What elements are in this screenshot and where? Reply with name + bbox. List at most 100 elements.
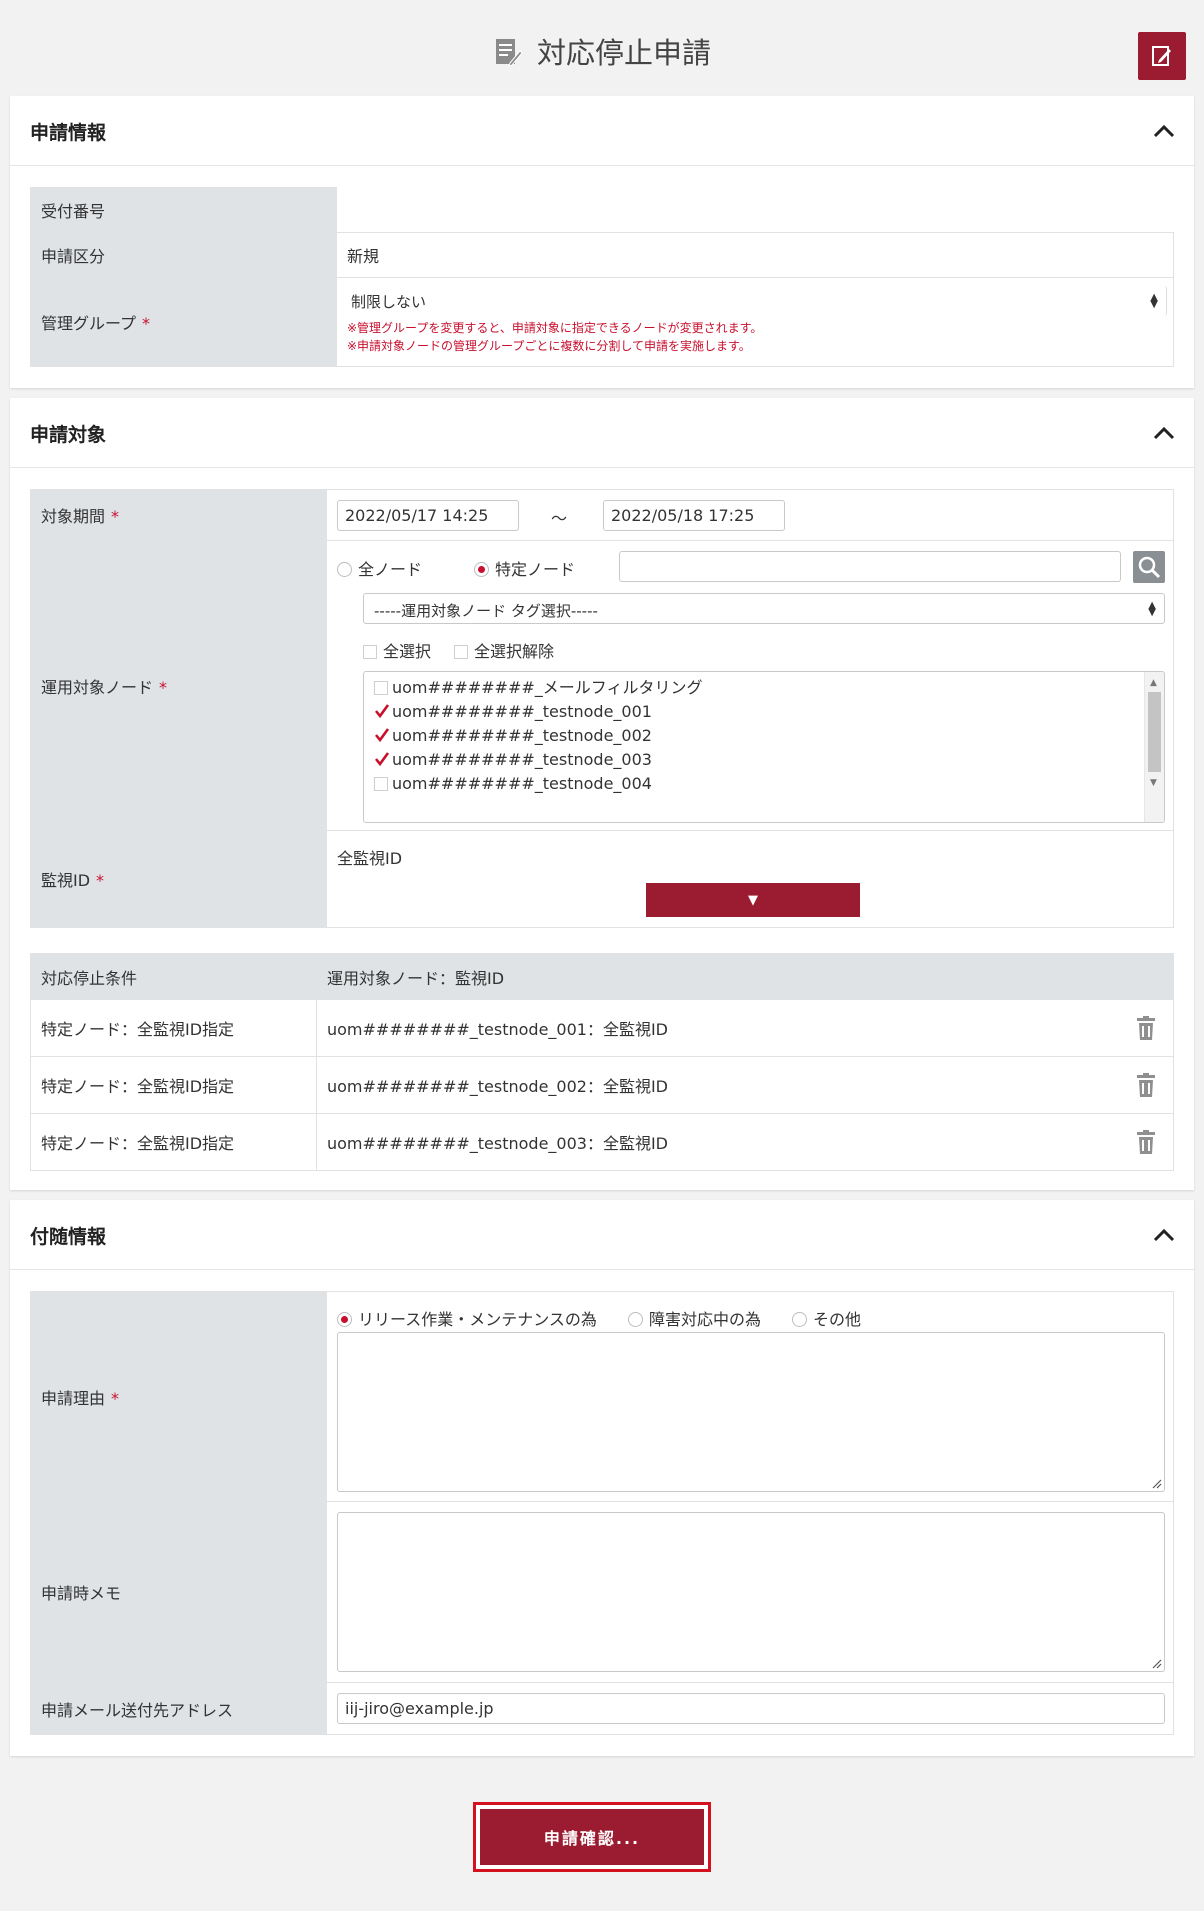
request-info-table: 受付番号 申請区分 新規 管理グループ * 制限しない ▲ ▼ ※管理グループを変更… [30,187,1174,367]
section-title: 申請情報 [30,122,107,144]
request-target-table: 対象期間 * 2022/05/17 14:25 〜 2022/05/18 17:2… [30,489,1174,928]
confirm-button-highlight: 申請確認... [473,1802,711,1872]
target-cell: uom########_testnode_003：全監視ID [316,1113,1174,1171]
deselect-all-checkbox[interactable]: 全選択解除 [454,638,554,662]
search-icon [1138,556,1161,579]
trash-icon[interactable] [1133,1015,1159,1041]
table-row: 特定ノード：全監視ID指定 uom########_testnode_003：全… [30,1113,1174,1171]
monitor-id-expand-button[interactable]: ▼ [646,883,860,917]
period-label: 対象期間 * [30,489,327,541]
radio-selected-icon [337,1312,352,1327]
checkbox-icon [374,681,388,695]
mail-address-input[interactable]: iij-jiro@example.jp [337,1693,1165,1724]
listbox-scrollbar[interactable]: ▲ ▼ [1144,672,1164,822]
reason-cell: リリース作業・メンテナンスの為 障害対応中の為 その他 [326,1291,1174,1502]
node-listbox[interactable]: uom########_メールフィルタリング uom########_testno… [363,671,1165,823]
additional-info-table: 申請理由 * リリース作業・メンテナンスの為 障害対応中の為 その他 申請時メモ … [30,1291,1174,1735]
monitor-id-cell: 全監視ID ▼ [326,830,1174,928]
updown-icon: ▲ ▼ [1150,292,1158,310]
condition-table: 対応停止条件 運用対象ノード：監視ID 特定ノード：全監視ID指定 uom###… [30,953,1174,1171]
memo-label: 申請時メモ [30,1501,327,1683]
node-name: uom########_testnode_002 [392,726,652,745]
trash-icon[interactable] [1133,1072,1159,1098]
condition-header: 対応停止条件 [30,953,317,1000]
table-row: 特定ノード：全監視ID指定 uom########_testnode_001：全… [30,999,1174,1057]
target-cell: uom########_testnode_001：全監視ID [316,999,1174,1057]
chevron-up-icon[interactable] [1152,1224,1176,1244]
period-cell: 2022/05/17 14:25 〜 2022/05/18 17:25 [326,489,1174,541]
scrollbar-thumb[interactable] [1148,692,1161,772]
category-label: 申請区分 [30,232,337,278]
target-header: 運用対象ノード：監視ID [316,953,1174,1000]
node-search-input[interactable] [619,551,1121,582]
memo-textarea[interactable] [337,1512,1165,1672]
period-separator: 〜 [551,509,568,528]
mail-label: 申請メール送付先アドレス [30,1682,327,1735]
pen-edit-icon [1152,46,1171,66]
checkbox-icon [454,645,468,659]
chevron-up-icon[interactable] [1152,422,1176,442]
receipt-no-value [336,187,1174,233]
scroll-up-icon[interactable]: ▲ [1150,678,1157,688]
target-cell: uom########_testnode_002：全監視ID [316,1056,1174,1114]
radio-selected-icon [474,562,489,577]
condition-cell: 特定ノード：全監視ID指定 [30,1056,317,1114]
condition-table-header: 対応停止条件 運用対象ノード：監視ID [30,953,1174,1000]
radio-specific-nodes[interactable]: 特定ノード [474,556,575,580]
reason-radio-maintenance[interactable]: リリース作業・メンテナンスの為 [337,1306,597,1330]
confirm-request-button[interactable]: 申請確認... [480,1809,704,1865]
node-tag-select[interactable]: -----運用対象ノード タグ選択----- ▲ ▼ [363,593,1165,624]
chevron-up-icon[interactable] [1152,120,1176,140]
section-header: 付随情報 [10,1200,1194,1270]
select-all-checkbox[interactable]: 全選択 [363,638,431,662]
reason-radio-incident[interactable]: 障害対応中の為 [628,1306,761,1330]
node-name: uom########_メールフィルタリング [392,678,703,697]
trash-icon[interactable] [1133,1129,1159,1155]
page-title: 対応停止申請 [536,36,711,70]
resize-grip-icon[interactable] [1150,1657,1162,1669]
triangle-down-icon: ▼ [748,892,758,908]
management-group-label: 管理グループ * [30,277,337,367]
node-list: uom########_メールフィルタリング uom########_testno… [364,672,1164,796]
management-group-select[interactable]: 制限しない ▲ ▼ [347,286,1167,316]
document-edit-icon [495,39,523,67]
checkbox-icon [363,645,377,659]
checkbox-icon [374,777,388,791]
condition-cell: 特定ノード：全監視ID指定 [30,999,317,1057]
section-header: 申請情報 [10,96,1194,166]
node-list-item[interactable]: uom########_testnode_003 [364,748,1164,772]
monitor-id-label: 監視ID * [30,830,327,928]
node-list-item[interactable]: uom########_testnode_004 [364,772,1164,796]
reason-textarea[interactable] [337,1332,1165,1492]
reason-label: 申請理由 * [30,1291,327,1502]
period-to-input[interactable]: 2022/05/18 17:25 [603,500,785,531]
table-row: 特定ノード：全監視ID指定 uom########_testnode_002：全… [30,1056,1174,1114]
edit-request-button[interactable] [1138,32,1186,80]
page-title-wrap: 対応停止申請 [0,30,1204,72]
node-list-item[interactable]: uom########_メールフィルタリング [364,676,1164,700]
radio-icon [792,1312,807,1327]
page-header: 対応停止申請 [0,0,1204,96]
reason-radio-other[interactable]: その他 [792,1306,861,1330]
radio-icon [628,1312,643,1327]
radio-all-nodes[interactable]: 全ノード [337,556,422,580]
scroll-down-icon[interactable]: ▼ [1150,778,1157,788]
updown-icon: ▲ ▼ [1148,599,1156,618]
section-header: 申請対象 [10,398,1194,468]
node-list-item[interactable]: uom########_testnode_001 [364,700,1164,724]
section-title: 付随情報 [30,1226,107,1248]
checkmark-icon [374,752,390,767]
node-search-button[interactable] [1133,551,1165,583]
node-name: uom########_testnode_004 [392,774,652,793]
node-list-item[interactable]: uom########_testnode_002 [364,724,1164,748]
management-group-cell: 制限しない ▲ ▼ ※管理グループを変更すると、申請対象に指定できるノードが変更さ… [336,277,1174,367]
resize-grip-icon[interactable] [1150,1477,1162,1489]
target-node-label: 運用対象ノード * [30,540,327,831]
group-split-note: ※申請対象ノードの管理グループごとに複数に分割して申請を実施します。 [347,339,751,353]
memo-cell [326,1501,1174,1683]
category-value: 新規 [336,232,1174,278]
period-from-input[interactable]: 2022/05/17 14:25 [337,500,519,531]
checkmark-icon [374,704,390,719]
node-name: uom########_testnode_003 [392,750,652,769]
monitor-id-value: 全監視ID [337,849,403,868]
